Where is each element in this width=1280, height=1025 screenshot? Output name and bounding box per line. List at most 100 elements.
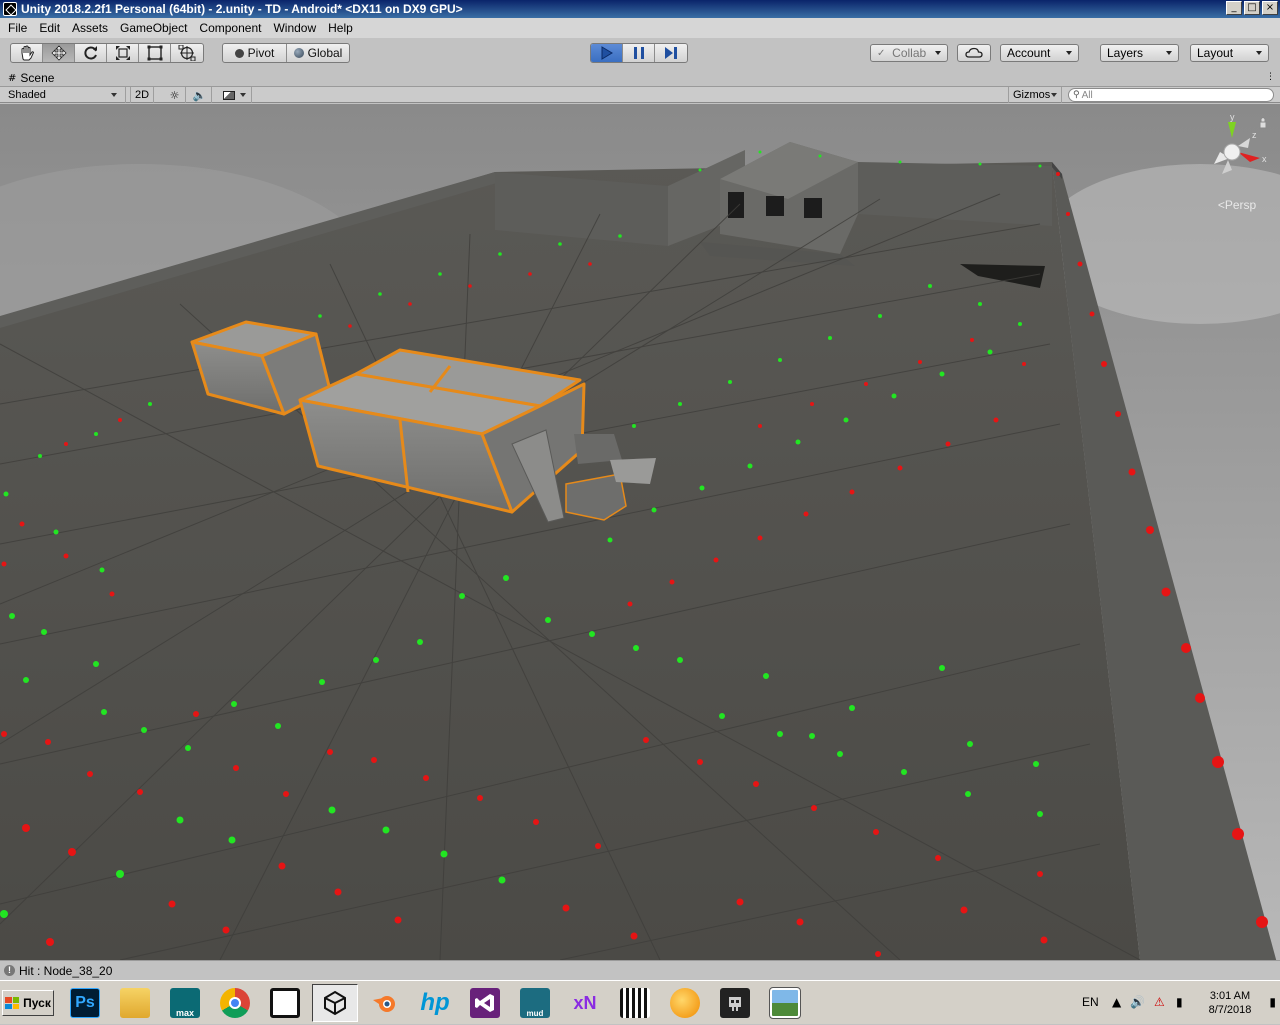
collab-label: Collab [892,46,927,60]
collab-check-icon: ✓ [877,47,886,59]
maximize-button[interactable]: □ [1244,1,1260,15]
transform-tool-icon[interactable] [171,44,203,62]
pivot-icon [234,48,244,58]
tab-scene-label: Scene [20,71,55,85]
tab-scene[interactable]: # Scene [4,70,60,86]
3ds-max-icon: max [170,988,200,1018]
orientation-gizmo[interactable]: y z x <Persp [1204,112,1270,216]
battery-icon[interactable]: ▮ [1176,995,1183,1009]
start-label: Пуск [23,996,51,1010]
grid-icon: # [8,72,17,84]
language-indicator[interactable]: EN [1082,995,1099,1009]
status-bar[interactable]: ! Hit : Node_38_20 [0,960,1280,980]
taskbar-hp[interactable]: hp [412,984,458,1022]
taskbar-unity[interactable] [312,984,358,1022]
pause-icon [633,47,644,59]
hand-tool-icon[interactable] [11,44,43,62]
window-title-bar[interactable]: Unity 2018.2.2f1 Personal (64bit) - 2.un… [0,0,1280,18]
taskbar-mudbox[interactable]: mud [512,984,558,1022]
pause-button[interactable] [623,44,655,62]
menu-file[interactable]: File [2,21,33,35]
menu-edit[interactable]: Edit [33,21,66,35]
close-button[interactable]: × [1262,1,1278,15]
axis-gizmo-icon: y z x [1214,112,1267,174]
taskbar-photoshop[interactable]: Ps [62,984,108,1022]
system-clock[interactable]: 3:01 AM 8/7/2018 [1200,989,1260,1017]
taskbar-fl-studio[interactable] [662,984,708,1022]
pivot-label: Pivot [247,46,275,60]
blender-icon [370,988,400,1018]
axis-x-label: x [1262,154,1267,164]
account-dropdown[interactable]: Account [1000,44,1079,62]
clock-date: 8/7/2018 [1208,1004,1252,1016]
network-warning-icon[interactable]: ⚠ [1154,995,1165,1009]
robot-icon [720,988,750,1018]
audio-toggle-icon[interactable]: 🔈 [188,87,212,103]
image-viewer-icon [769,987,801,1019]
menu-bar: File Edit Assets GameObject Component Wi… [0,18,1280,38]
axis-z-label: z [1252,130,1257,140]
lighting-toggle-icon[interactable]: ☼ [164,87,186,103]
menu-component[interactable]: Component [193,21,267,35]
search-icon: ⚲ [1073,90,1080,100]
scene-search-placeholder: All [1081,89,1093,101]
shading-mode-label: Shaded [8,89,46,101]
global-label: Global [307,46,343,60]
pivot-toggle[interactable]: Pivot [223,44,287,62]
menu-window[interactable]: Window [267,21,322,35]
layers-dropdown[interactable]: Layers [1100,44,1179,62]
taskbar-3ds-max[interactable]: max [162,984,208,1022]
cloud-button[interactable] [957,44,991,62]
chevron-down-icon [1066,51,1072,55]
globe-icon [293,48,304,58]
start-button[interactable]: Пуск [2,990,54,1016]
layout-dropdown[interactable]: Layout [1190,44,1269,62]
scene-search-input[interactable]: ⚲ All [1068,88,1274,102]
show-hidden-icons-icon[interactable]: ▲ [1112,995,1121,1009]
gizmos-dropdown[interactable]: Gizmos [1008,87,1062,103]
minimize-button[interactable]: _ [1226,1,1242,15]
main-toolbar: Pivot Global ✓ Collab Account Layers Lay… [0,38,1280,70]
shading-mode-dropdown[interactable]: Shaded [0,87,126,103]
effects-dropdown[interactable] [218,87,252,103]
projection-toggle[interactable]: <Persp [1204,198,1270,212]
taskbar-chrome[interactable] [212,984,258,1022]
folder-icon [120,988,150,1018]
taskbar-fl-keys[interactable] [612,984,658,1022]
cloud-icon [965,47,983,58]
taskbar-blender[interactable] [362,984,408,1022]
2d-mode-toggle[interactable]: 2D [130,87,154,103]
step-button[interactable] [655,44,687,62]
tab-menu-icon[interactable]: ⋮ [1266,72,1276,84]
scene-viewport[interactable]: y z x <Persp [0,104,1280,960]
taskbar-unity-hub[interactable] [262,984,308,1022]
taskbar-robot-app[interactable] [712,984,758,1022]
move-tool-icon[interactable] [43,44,75,62]
layout-label: Layout [1197,46,1234,60]
menu-gameobject[interactable]: GameObject [114,21,193,35]
play-button[interactable] [591,44,623,62]
taskbar-xnormal[interactable]: xN [562,984,608,1022]
layers-label: Layers [1107,46,1144,60]
windows-taskbar: Пуск Ps max hp mud xN EN ▲ 🔊 ⚠ ▮ 3:01 AM… [0,980,1280,1024]
collab-dropdown[interactable]: ✓ Collab [870,44,948,62]
visual-studio-icon [470,988,500,1018]
show-desktop-icon[interactable]: ▮ [1269,995,1276,1009]
unity-hub-icon [270,988,300,1018]
taskbar-visual-studio[interactable] [462,984,508,1022]
taskbar-file-explorer[interactable] [112,984,158,1022]
scale-tool-icon[interactable] [107,44,139,62]
menu-assets[interactable]: Assets [66,21,114,35]
rotate-tool-icon[interactable] [75,44,107,62]
taskbar-image-viewer[interactable] [762,984,808,1022]
chevron-down-icon [1256,51,1262,55]
global-toggle[interactable]: Global [287,44,349,62]
photoshop-icon: Ps [70,988,100,1018]
volume-icon[interactable]: 🔊 [1130,995,1145,1009]
scene-tab-bar: # Scene ⋮ [0,70,1280,86]
status-message: Hit : Node_38_20 [19,963,113,978]
piano-keys-icon [620,988,650,1018]
rect-tool-icon[interactable] [139,44,171,62]
menu-help[interactable]: Help [322,21,359,35]
unity-icon [320,988,350,1018]
